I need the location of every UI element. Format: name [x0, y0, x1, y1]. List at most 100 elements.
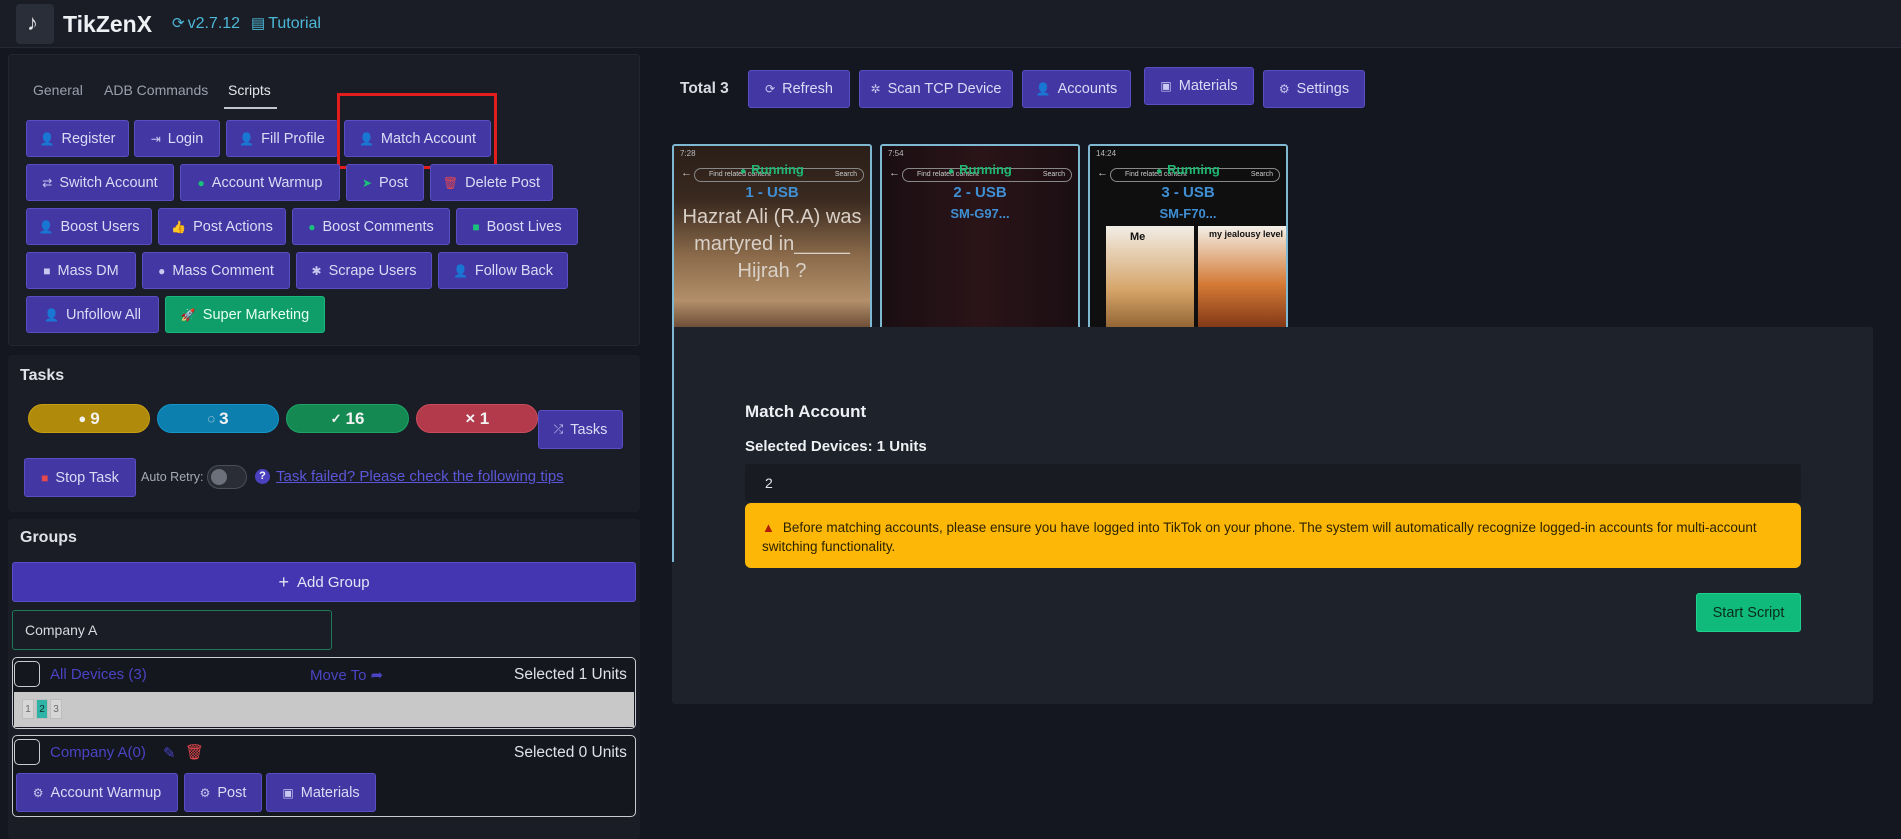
- tutorial-link[interactable]: ▤ Tutorial: [251, 14, 321, 33]
- all-devices-name[interactable]: All Devices (3): [50, 666, 147, 683]
- running-count: 3: [219, 408, 229, 428]
- login-button[interactable]: ⇥ Login: [134, 120, 220, 157]
- post-label: Post: [379, 174, 409, 191]
- company-selected-count: Selected 0 Units: [514, 744, 627, 761]
- pending-count-badge[interactable]: ● 9: [28, 404, 150, 433]
- all-devices-checkbox[interactable]: [14, 661, 40, 687]
- materials-button[interactable]: ▣ Materials: [1144, 67, 1254, 105]
- version-label: v2.7.12: [187, 15, 241, 32]
- fill-profile-label: Fill Profile: [261, 130, 325, 147]
- device-status: Running: [674, 162, 870, 177]
- tab-adb-commands[interactable]: ADB Commands: [104, 82, 208, 98]
- post-actions-button[interactable]: 👍 Post Actions: [158, 208, 286, 245]
- times-icon: ✕: [464, 410, 476, 426]
- scan-tcp-device-button[interactable]: ✲ Scan TCP Device: [859, 70, 1013, 108]
- stop-task-label: Stop Task: [55, 469, 119, 486]
- group-account-warmup-label: Account Warmup: [50, 784, 162, 801]
- group-materials-button[interactable]: ▣ Materials: [266, 773, 376, 812]
- gear-icon: ⚙: [1278, 82, 1290, 96]
- company-group-name[interactable]: Company A(0): [50, 744, 146, 761]
- device-card-3[interactable]: Me my jealousy level 14:24 ← Find relate…: [1088, 144, 1288, 330]
- group-name-input[interactable]: [12, 610, 332, 650]
- phone-status-bar: 7:54: [888, 149, 904, 158]
- device-card-1[interactable]: 7:28 ← Find related contentSearch Runnin…: [672, 144, 872, 330]
- match-account-input[interactable]: [745, 464, 1801, 502]
- boost-lives-button[interactable]: ■ Boost Lives: [456, 208, 578, 245]
- add-group-button[interactable]: + Add Group: [12, 562, 636, 602]
- meme-image-right: [1198, 226, 1286, 328]
- phone-status-bar: 7:28: [680, 149, 696, 158]
- follow-back-button[interactable]: 👤 Follow Back: [438, 252, 568, 289]
- stop-task-button[interactable]: ■ Stop Task: [24, 458, 136, 497]
- post-button[interactable]: ➤ Post: [346, 164, 424, 201]
- refresh-button[interactable]: ⟳ Refresh: [748, 70, 850, 108]
- boost-comments-label: Boost Comments: [322, 218, 434, 235]
- switch-account-button[interactable]: ⇄ Switch Account: [26, 164, 174, 201]
- task-failed-tips-link[interactable]: Task failed? Please check the following …: [276, 468, 564, 485]
- device-model: SM-G97...: [950, 206, 1010, 221]
- success-count-badge[interactable]: ✓ 16: [286, 404, 409, 433]
- running-count-badge[interactable]: ◌ 3: [157, 404, 279, 433]
- tab-general[interactable]: General: [33, 82, 83, 98]
- stop-icon: ■: [41, 470, 49, 485]
- accounts-button[interactable]: 👤 Accounts: [1022, 70, 1131, 108]
- device-card-edge: [672, 327, 674, 562]
- highlight-box: [337, 93, 497, 169]
- trash-icon: 🗑: [442, 175, 459, 190]
- scrape-users-button[interactable]: ✱ Scrape Users: [296, 252, 432, 289]
- user-minus-icon: 👤: [44, 307, 59, 322]
- device-model: SM-F70...: [1159, 206, 1217, 221]
- tasks-button[interactable]: ⤮ Tasks: [538, 410, 623, 449]
- meme-caption-left: Me: [1130, 231, 1146, 243]
- check-icon: ✓: [330, 410, 342, 426]
- group-post-button[interactable]: ⚙ Post: [184, 773, 262, 812]
- refresh-icon: ⟳: [765, 82, 776, 96]
- app-title: TikZenX: [63, 11, 153, 37]
- tasks-title: Tasks: [20, 367, 65, 384]
- mass-comment-button[interactable]: ● Mass Comment: [142, 252, 290, 289]
- device-chip[interactable]: 3: [50, 699, 62, 719]
- question-icon: ?: [255, 469, 270, 484]
- super-marketing-button[interactable]: 🚀 Super Marketing: [165, 296, 325, 333]
- mass-dm-button[interactable]: ■ Mass DM: [26, 252, 136, 289]
- clock-icon: ●: [78, 411, 87, 426]
- boost-users-button[interactable]: 👤 Boost Users: [26, 208, 152, 245]
- start-script-button[interactable]: Start Script: [1696, 593, 1801, 632]
- device-chip-selected[interactable]: 2: [36, 699, 48, 719]
- fill-profile-button[interactable]: 👤 Fill Profile: [226, 120, 338, 157]
- scan-tcp-device-label: Scan TCP Device: [887, 81, 1002, 97]
- shuffle-icon: ⤮: [553, 422, 564, 436]
- auto-retry-toggle[interactable]: [207, 465, 247, 489]
- account-warmup-button[interactable]: ● Account Warmup: [180, 164, 340, 201]
- boost-users-label: Boost Users: [60, 218, 140, 235]
- settings-label: Settings: [1296, 81, 1350, 97]
- settings-button[interactable]: ⚙ Settings: [1263, 70, 1365, 108]
- delete-post-button[interactable]: 🗑 Delete Post: [430, 164, 553, 201]
- super-marketing-label: Super Marketing: [202, 306, 310, 323]
- app-logo: [16, 4, 54, 44]
- device-screen-text: Hazrat Ali (R.A) was martyred in_____ Hi…: [682, 206, 862, 282]
- comment-icon: ●: [308, 219, 316, 234]
- boost-comments-button[interactable]: ● Boost Comments: [292, 208, 450, 245]
- all-devices-selected-count: Selected 1 Units: [514, 666, 627, 683]
- device-card-2[interactable]: 7:54 ← Find related contentSearch Runnin…: [880, 144, 1080, 330]
- groups-title: Groups: [20, 529, 77, 546]
- failed-count-badge[interactable]: ✕ 1: [416, 404, 538, 433]
- tab-scripts[interactable]: Scripts: [228, 82, 271, 98]
- group-account-warmup-button[interactable]: ⚙ Account Warmup: [16, 773, 178, 812]
- rocket-icon: 🚀: [180, 307, 196, 322]
- edit-icon[interactable]: ✎: [163, 744, 176, 762]
- auto-retry-label: Auto Retry:: [141, 470, 204, 484]
- tasks-button-label: Tasks: [570, 421, 608, 438]
- trash-icon[interactable]: 🗑: [185, 743, 204, 761]
- follow-back-label: Follow Back: [474, 262, 554, 279]
- device-chip[interactable]: 1: [22, 699, 34, 719]
- unfollow-all-button[interactable]: 👤 Unfollow All: [26, 296, 159, 333]
- move-to-button[interactable]: Move To ➦: [310, 666, 383, 684]
- version-link[interactable]: ⟳ v2.7.12: [172, 14, 240, 33]
- comment-icon: ●: [158, 263, 166, 278]
- company-group-checkbox[interactable]: [14, 739, 40, 765]
- switch-account-label: Switch Account: [59, 174, 158, 191]
- modal-selected-devices: Selected Devices: 1 Units: [745, 438, 927, 455]
- register-button[interactable]: 👤 Register: [26, 120, 129, 157]
